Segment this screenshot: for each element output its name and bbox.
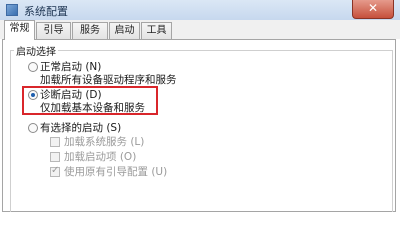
tab-boot[interactable]: 引导	[36, 22, 71, 39]
tab-general[interactable]: 常规	[4, 20, 35, 40]
selective-startup-radio[interactable]	[28, 123, 38, 133]
tab-startup[interactable]: 启动	[109, 22, 140, 39]
normal-startup-radio[interactable]	[28, 62, 38, 72]
load-system-services-label: 加载系统服务 (L)	[64, 136, 145, 148]
startup-selection-title: 启动选择	[14, 43, 58, 58]
load-startup-items-checkbox[interactable]	[50, 152, 60, 162]
tab-services[interactable]: 服务	[72, 22, 108, 39]
diagnostic-startup-radio[interactable]	[28, 90, 38, 100]
close-button[interactable]: ✕	[352, 0, 394, 19]
load-system-services-checkbox[interactable]	[50, 137, 60, 147]
tab-tools[interactable]: 工具	[141, 22, 172, 39]
diagnostic-startup-description: 仅加载基本设备和服务	[40, 102, 145, 114]
load-startup-items-label: 加载启动项 (O)	[64, 151, 137, 163]
app-icon	[6, 4, 18, 16]
use-original-boot-config-label: 使用原有引导配置 (U)	[64, 166, 168, 178]
title-bar: 系统配置 ✕	[0, 0, 400, 20]
system-config-window: 系统配置 ✕ 常规 引导 服务 启动 工具 启动选择 正常启动 (N) 加载所有…	[0, 0, 400, 212]
window-title: 系统配置	[24, 5, 68, 18]
use-original-boot-config-checkbox[interactable]	[50, 165, 60, 177]
selective-startup-label[interactable]: 有选择的启动 (S)	[40, 120, 121, 135]
normal-startup-description: 加载所有设备驱动程序和服务	[40, 74, 177, 86]
